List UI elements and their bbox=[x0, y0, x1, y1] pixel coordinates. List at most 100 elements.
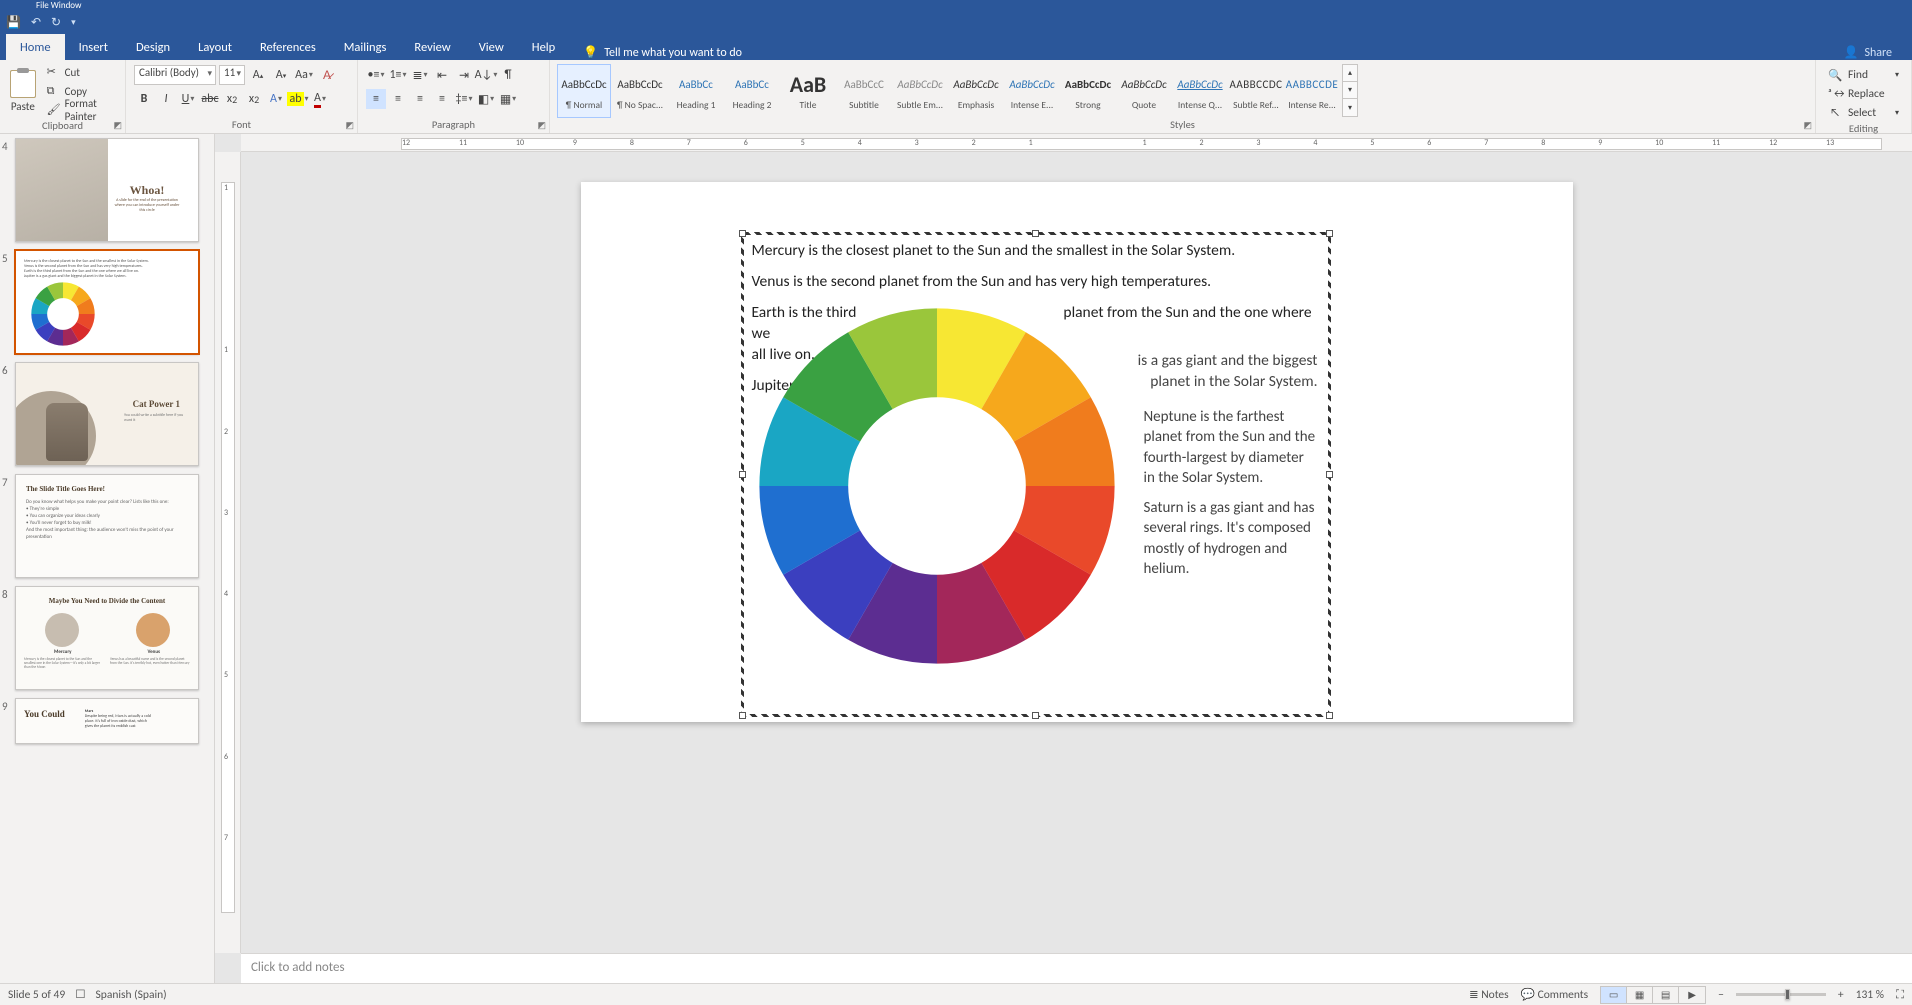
style-quote[interactable]: AaBbCcDcQuote bbox=[1117, 64, 1171, 118]
superscript-button[interactable]: x2 bbox=[244, 89, 264, 109]
style-heading-1[interactable]: AaBbCcHeading 1 bbox=[669, 64, 723, 118]
tab-help[interactable]: Help bbox=[518, 34, 569, 60]
comments-button[interactable]: 💬 Comments bbox=[1521, 987, 1589, 1002]
resize-handle-icon[interactable] bbox=[1326, 712, 1333, 719]
tell-me-search[interactable]: 💡 Tell me what you want to do bbox=[583, 45, 742, 60]
slideshow-view-button[interactable]: ▶ bbox=[1679, 987, 1705, 1003]
style-title[interactable]: AaBTitle bbox=[781, 64, 835, 118]
resize-handle-icon[interactable] bbox=[1326, 230, 1333, 237]
style-subtle-em-[interactable]: AaBbCcDcSubtle Em... bbox=[893, 64, 947, 118]
replace-button[interactable]: ᵃ↔Replace bbox=[1828, 85, 1899, 103]
multilevel-button[interactable]: ≣ bbox=[410, 65, 430, 85]
save-icon[interactable]: 💾 bbox=[6, 15, 21, 30]
vertical-ruler[interactable]: 11234567 bbox=[215, 152, 241, 953]
resize-handle-icon[interactable] bbox=[1326, 471, 1333, 478]
format-painter-button[interactable]: Format Painter bbox=[44, 101, 119, 119]
italic-button[interactable]: I bbox=[156, 89, 176, 109]
strikethrough-button[interactable]: abc bbox=[200, 89, 220, 109]
style--normal[interactable]: AaBbCcDc¶ Normal bbox=[557, 64, 611, 118]
align-center-button[interactable]: ≡ bbox=[388, 89, 408, 109]
decrease-indent-button[interactable]: ⇤ bbox=[432, 65, 452, 85]
slide-thumbnail-5[interactable]: Mercury is the closest planet to the Sun… bbox=[15, 250, 199, 354]
shading-button[interactable]: ◧ bbox=[476, 89, 496, 109]
clipboard-dialog-launcher-icon[interactable]: ◩ bbox=[113, 120, 122, 131]
notes-pane[interactable]: Click to add notes bbox=[241, 953, 1912, 983]
paste-button[interactable]: Paste bbox=[6, 63, 40, 119]
styles-scroll-button[interactable]: ▾ bbox=[1343, 99, 1357, 116]
styles-scroll-button[interactable]: ▾ bbox=[1343, 82, 1357, 99]
style-intense-re-[interactable]: AABBCCDEIntense Re... bbox=[1285, 64, 1339, 118]
tab-references[interactable]: References bbox=[246, 34, 330, 60]
line-spacing-button[interactable]: ‡≡ bbox=[454, 89, 474, 109]
align-left-button[interactable]: ≡ bbox=[366, 89, 386, 109]
tab-view[interactable]: View bbox=[465, 34, 518, 60]
document-page[interactable]: Mercury is the closest planet to the Sun… bbox=[581, 182, 1573, 722]
status-slide[interactable]: Slide 5 of 49 bbox=[8, 988, 65, 1002]
show-marks-button[interactable]: ¶ bbox=[498, 65, 518, 85]
share-button[interactable]: 👤 Share bbox=[1843, 45, 1912, 60]
slide-thumbnail-4[interactable]: Whoa! A slide for the end of the present… bbox=[15, 138, 199, 242]
text-frame[interactable]: Mercury is the closest planet to the Sun… bbox=[741, 232, 1331, 717]
style-subtle-ref-[interactable]: AABBCCDCSubtle Ref... bbox=[1229, 64, 1283, 118]
tab-insert[interactable]: Insert bbox=[65, 34, 122, 60]
style--no-spac-[interactable]: AaBbCcDc¶ No Spac... bbox=[613, 64, 667, 118]
style-intense-e-[interactable]: AaBbCcDcIntense E... bbox=[1005, 64, 1059, 118]
cut-button[interactable]: Cut bbox=[44, 63, 119, 81]
status-language[interactable]: Spanish (Spain) bbox=[96, 988, 167, 1002]
grow-font-button[interactable]: A▴ bbox=[248, 65, 268, 85]
highlight-button[interactable]: ab bbox=[288, 89, 308, 109]
resize-handle-icon[interactable] bbox=[739, 230, 746, 237]
align-right-button[interactable]: ≡ bbox=[410, 89, 430, 109]
tab-review[interactable]: Review bbox=[400, 34, 464, 60]
font-color-button[interactable]: A bbox=[310, 89, 330, 109]
style-emphasis[interactable]: AaBbCcDcEmphasis bbox=[949, 64, 1003, 118]
style-subtitle[interactable]: AaBbCcCSubtitle bbox=[837, 64, 891, 118]
undo-icon[interactable]: ↶ bbox=[31, 15, 41, 30]
borders-button[interactable]: ▦ bbox=[498, 89, 518, 109]
font-name-select[interactable]: Calibri (Body) bbox=[134, 65, 216, 85]
zoom-level[interactable]: 131 % bbox=[1856, 988, 1884, 1002]
tab-layout[interactable]: Layout bbox=[184, 34, 246, 60]
reading-view-button[interactable]: ▤ bbox=[1653, 987, 1679, 1003]
slide-thumbnail-8[interactable]: Maybe You Need to Divide the Content Mer… bbox=[15, 586, 199, 690]
font-dialog-launcher-icon[interactable]: ◩ bbox=[345, 120, 354, 131]
slide-thumbnail-7[interactable]: The Slide Title Goes Here! Do you know w… bbox=[15, 474, 199, 578]
thumbnail-panel[interactable]: 4 Whoa! A slide for the end of the prese… bbox=[0, 134, 215, 983]
select-button[interactable]: ↖Select▾ bbox=[1828, 104, 1899, 122]
sorter-view-button[interactable]: ▦ bbox=[1627, 987, 1653, 1003]
justify-button[interactable]: ≡ bbox=[432, 89, 452, 109]
tab-home[interactable]: Home bbox=[6, 34, 65, 60]
fit-window-button[interactable]: ⛶ bbox=[1896, 988, 1904, 1002]
shrink-font-button[interactable]: A▾ bbox=[271, 65, 291, 85]
font-size-select[interactable]: 11 bbox=[219, 65, 245, 85]
slide-thumbnail-9[interactable]: You Could Mars Despite being red, Mars i… bbox=[15, 698, 199, 744]
text-effects-button[interactable]: A bbox=[266, 89, 286, 109]
accessibility-icon[interactable]: ☐ bbox=[75, 987, 85, 1002]
underline-button[interactable]: U bbox=[178, 89, 198, 109]
subscript-button[interactable]: x2 bbox=[222, 89, 242, 109]
numbering-button[interactable]: 1≡ bbox=[388, 65, 408, 85]
change-case-button[interactable]: Aa bbox=[294, 65, 314, 85]
bold-button[interactable]: B bbox=[134, 89, 154, 109]
tab-design[interactable]: Design bbox=[122, 34, 184, 60]
style-heading-2[interactable]: AaBbCcHeading 2 bbox=[725, 64, 779, 118]
find-button[interactable]: 🔍Find▾ bbox=[1828, 66, 1899, 84]
qat-more-icon[interactable]: ▾ bbox=[71, 17, 76, 28]
redo-icon[interactable]: ↻ bbox=[51, 15, 61, 30]
paragraph-dialog-launcher-icon[interactable]: ◩ bbox=[537, 120, 546, 131]
tab-mailings[interactable]: Mailings bbox=[330, 34, 401, 60]
styles-scroll-button[interactable]: ▴ bbox=[1343, 65, 1357, 82]
zoom-slider[interactable] bbox=[1736, 993, 1826, 996]
bullets-button[interactable]: •≡ bbox=[366, 65, 386, 85]
resize-handle-icon[interactable] bbox=[1032, 230, 1039, 237]
increase-indent-button[interactable]: ⇥ bbox=[454, 65, 474, 85]
styles-dialog-launcher-icon[interactable]: ◩ bbox=[1803, 120, 1812, 131]
slide-thumbnail-6[interactable]: Cat Power 1 You could write a subtitle h… bbox=[15, 362, 199, 466]
resize-handle-icon[interactable] bbox=[739, 712, 746, 719]
clear-formatting-button[interactable]: A̷ bbox=[317, 65, 337, 85]
style-strong[interactable]: AaBbCcDcStrong bbox=[1061, 64, 1115, 118]
notes-button[interactable]: ≣ Notes bbox=[1469, 987, 1509, 1002]
horizontal-ruler[interactable]: 12111098765432112345678910111213 bbox=[241, 134, 1912, 152]
zoom-out-button[interactable]: − bbox=[1718, 988, 1724, 1002]
style-intense-q-[interactable]: AaBbCcDcIntense Q... bbox=[1173, 64, 1227, 118]
